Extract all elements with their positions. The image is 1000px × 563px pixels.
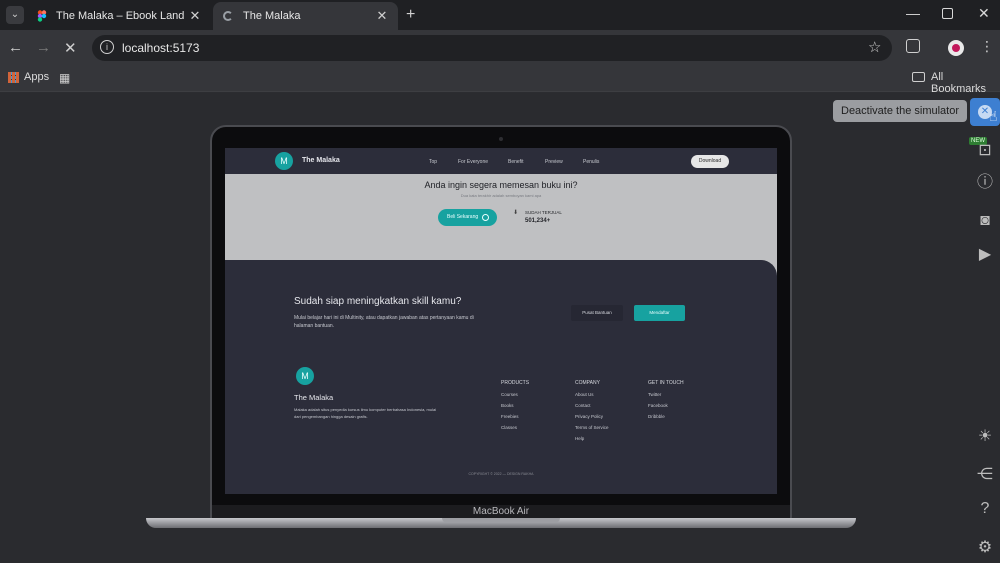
video-icon[interactable]: ▶: [974, 244, 996, 266]
help-center-button[interactable]: Pusat Bantuan: [571, 305, 623, 321]
share-icon[interactable]: ⋲: [974, 464, 996, 486]
hero-subtitle: Dua kata terakhir adalah semboyan kami a…: [460, 193, 542, 198]
copyright: COPYRIGHT © 2022 — DESIGN RAKHA: [468, 472, 534, 476]
footer-link[interactable]: Freebies: [501, 414, 561, 425]
apps-grid-icon[interactable]: [8, 72, 19, 83]
figma-icon: [36, 10, 48, 22]
restore-icon[interactable]: [942, 8, 953, 19]
device-screen: M The Malaka Top For Everyone Benefit Pr…: [225, 148, 777, 494]
close-tab-icon[interactable]: ✕: [187, 8, 203, 24]
footer-brand: The Malaka: [294, 393, 334, 402]
cta-subtitle-2: halaman bantuan.: [294, 323, 335, 329]
sold-label: SUDAH TERJUAL: [525, 210, 562, 215]
nav-preview[interactable]: Preview: [545, 159, 563, 165]
tab-title: The Malaka: [243, 10, 301, 22]
tab-figma[interactable]: The Malaka – Ebook Landing Pa ✕: [26, 2, 211, 30]
profile-avatar[interactable]: [948, 40, 964, 56]
nav-for-everyone[interactable]: For Everyone: [458, 159, 488, 165]
footer-link[interactable]: Twitter: [648, 392, 718, 403]
buy-now-label: Beli Sekarang: [447, 214, 479, 220]
footer-logo[interactable]: M: [296, 367, 314, 385]
menu-kebab-icon[interactable]: ⋮: [980, 38, 994, 55]
nav-penulis[interactable]: Penulis: [583, 159, 599, 165]
site-logo[interactable]: M: [275, 152, 293, 170]
all-bookmarks-label[interactable]: All Bookmarks: [931, 71, 1000, 95]
apps-label[interactable]: Apps: [24, 71, 49, 83]
camera-dot: [499, 137, 503, 141]
close-window-icon[interactable]: ✕: [978, 5, 990, 22]
hero-title: Anda ingin segera memesan buku ini?: [424, 180, 578, 190]
footer-link[interactable]: Facebook: [648, 403, 718, 414]
cta-subtitle: Mulai belajar hari ini di Multinity, ata…: [294, 315, 474, 321]
brightness-icon[interactable]: ☀: [974, 426, 996, 448]
site-brand[interactable]: The Malaka: [302, 157, 340, 164]
deactivate-tooltip: Deactivate the simulator: [833, 100, 967, 122]
footer-col-products: PRODUCTS Courses Books Freebies Classes: [501, 380, 561, 436]
settings-gear-icon[interactable]: ⚙: [974, 537, 996, 559]
bookmark-star-icon[interactable]: ☆: [868, 38, 881, 56]
arrow-circle-icon: [482, 214, 489, 221]
footer-link[interactable]: Dribbble: [648, 414, 718, 425]
footer-link[interactable]: Classes: [501, 425, 561, 436]
tab-groups-icon[interactable]: ▦: [59, 71, 70, 85]
footer-section: Sudah siap meningkatkan skill kamu? Mula…: [225, 260, 777, 494]
footer-link[interactable]: Courses: [501, 392, 561, 403]
address-bar[interactable]: i localhost:5173 ☆: [92, 35, 892, 61]
col-title: PRODUCTS: [501, 380, 530, 386]
extensions-icon[interactable]: [906, 39, 920, 53]
signup-button[interactable]: Mendaftar: [634, 305, 685, 321]
device-label: MacBook Air: [212, 505, 790, 519]
nav-top[interactable]: Top: [429, 159, 437, 165]
buy-now-button[interactable]: Beli Sekarang: [438, 209, 497, 226]
forward-icon[interactable]: →: [36, 39, 51, 56]
col-title: COMPANY: [575, 380, 600, 386]
folder-icon: [912, 72, 925, 82]
download-button[interactable]: Download: [691, 155, 729, 168]
footer-link[interactable]: Contact: [575, 403, 635, 414]
device-icon[interactable]: ⊡: [974, 140, 996, 162]
camera-icon[interactable]: ◙: [974, 210, 996, 232]
footer-description: Malaka adalah situs penyedia kursus ilmu…: [294, 407, 437, 412]
sold-icon: ⬇: [513, 210, 519, 216]
close-tab-icon[interactable]: ✕: [374, 8, 390, 24]
laptop-notch: [442, 518, 560, 523]
url-text: localhost:5173: [122, 41, 200, 55]
sold-value: 501,234+: [525, 218, 551, 224]
footer-link[interactable]: Help: [575, 436, 635, 447]
loading-icon: [223, 11, 233, 21]
stop-icon[interactable]: ✕: [64, 39, 77, 57]
info-icon[interactable]: ⓘ: [974, 172, 996, 194]
site-info-icon[interactable]: i: [100, 40, 114, 54]
tab-search-icon[interactable]: ⌄: [6, 6, 24, 24]
help-icon[interactable]: ?: [974, 498, 996, 520]
footer-col-company: COMPANY About Us Contact Privacy Policy …: [575, 380, 635, 447]
bookmarks-bar: [0, 66, 1000, 92]
footer-link[interactable]: Books: [501, 403, 561, 414]
back-icon[interactable]: ←: [8, 39, 23, 56]
cta-title: Sudah siap meningkatkan skill kamu?: [294, 296, 462, 307]
new-tab-icon[interactable]: +: [406, 6, 415, 24]
cursor-icon: ☝: [989, 108, 998, 124]
nav-benefit[interactable]: Benefit: [508, 159, 524, 165]
hero-section: Anda ingin segera memesan buku ini? Dua …: [225, 174, 777, 260]
footer-link[interactable]: About Us: [575, 392, 635, 403]
footer-link[interactable]: Privacy Policy: [575, 414, 635, 425]
tab-title: The Malaka – Ebook Landing Pa: [56, 10, 184, 22]
site-nav: M The Malaka Top For Everyone Benefit Pr…: [225, 148, 777, 174]
footer-col-contact: GET IN TOUCH Twitter Facebook Dribbble: [648, 380, 718, 425]
footer-description-2: dari pengembangan hingga desain grafis.: [294, 414, 368, 419]
footer-link[interactable]: Terms of Service: [575, 425, 635, 436]
minimize-icon[interactable]: —: [906, 5, 920, 21]
tab-malaka[interactable]: The Malaka ✕: [213, 2, 398, 30]
col-title: GET IN TOUCH: [648, 380, 684, 386]
